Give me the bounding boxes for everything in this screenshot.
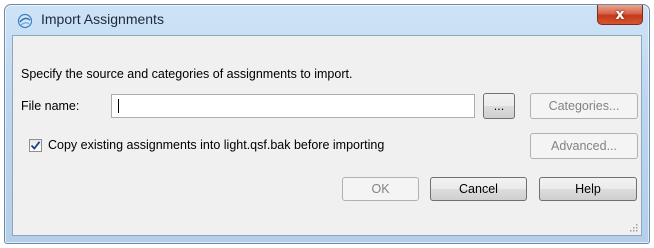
ok-button-label: OK bbox=[371, 182, 390, 196]
close-icon: x bbox=[615, 6, 625, 23]
help-button-label: Help bbox=[575, 182, 601, 196]
window-title: Import Assignments bbox=[41, 11, 164, 27]
help-button[interactable]: Help bbox=[539, 177, 637, 201]
categories-button-label: Categories... bbox=[548, 99, 620, 113]
advanced-button-label: Advanced... bbox=[550, 139, 617, 153]
categories-button[interactable]: Categories... bbox=[530, 93, 638, 119]
copy-checkbox[interactable] bbox=[29, 139, 42, 152]
browse-button-label: ... bbox=[493, 99, 505, 113]
advanced-button[interactable]: Advanced... bbox=[530, 133, 638, 159]
ok-button[interactable]: OK bbox=[342, 177, 419, 201]
browse-button[interactable]: ... bbox=[483, 93, 515, 119]
resize-grip-icon[interactable] bbox=[628, 222, 638, 232]
title-bar[interactable]: Import Assignments x bbox=[5, 5, 649, 35]
file-name-label: File name: bbox=[21, 99, 80, 113]
instructions-text: Specify the source and categories of ass… bbox=[21, 67, 353, 81]
file-name-input[interactable] bbox=[111, 94, 475, 118]
cancel-button-label: Cancel bbox=[459, 182, 498, 196]
copy-checkbox-label[interactable]: Copy existing assignments into light.qsf… bbox=[48, 138, 384, 152]
close-button[interactable]: x bbox=[597, 5, 643, 25]
cancel-button[interactable]: Cancel bbox=[430, 177, 527, 201]
app-icon bbox=[17, 13, 33, 29]
dialog-body: Specify the source and categories of ass… bbox=[12, 35, 642, 236]
checkmark-icon bbox=[30, 141, 41, 150]
text-caret bbox=[118, 99, 119, 113]
dialog-window: Import Assignments x Specify the source … bbox=[4, 4, 650, 244]
